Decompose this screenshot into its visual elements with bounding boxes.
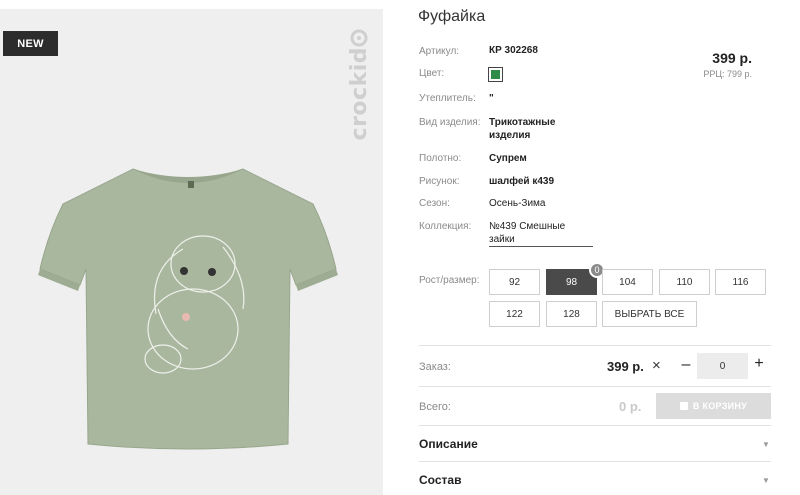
collection-value-line2[interactable]: зайки: [489, 234, 515, 245]
new-badge: NEW: [3, 31, 58, 56]
insulation-value: ": [489, 93, 494, 104]
season-value: Осень-Зима: [489, 198, 546, 209]
logo-circle-icon: [350, 29, 368, 47]
order-price: 399 р.: [607, 359, 644, 374]
product-photo[interactable]: NEW crockid: [0, 9, 383, 495]
color-swatch[interactable]: [488, 67, 503, 82]
accordion-description[interactable]: Описание: [419, 437, 478, 451]
add-to-cart-button[interactable]: В КОРЗИНУ: [656, 393, 771, 419]
order-label: Заказ:: [419, 361, 451, 373]
pattern-value: шалфей к439: [489, 176, 555, 187]
quantity-input[interactable]: [697, 353, 748, 379]
total-price: 0 р.: [619, 399, 642, 414]
select-all-sizes-button[interactable]: ВЫБРАТЬ ВСЕ: [602, 301, 697, 327]
fabric-label: Полотно:: [419, 153, 462, 164]
size-label: Рост/размер:: [419, 275, 480, 286]
brand-logo: crockid: [345, 29, 373, 159]
increase-quantity-button[interactable]: +: [752, 355, 766, 373]
size-option-110[interactable]: 110: [659, 269, 710, 295]
article-value: КР 302268: [489, 45, 538, 56]
size-option-92[interactable]: 92: [489, 269, 540, 295]
insulation-label: Утеплитель:: [419, 93, 476, 104]
divider: [419, 345, 771, 346]
product-title: Фуфайка: [418, 8, 486, 25]
size-option-122[interactable]: 122: [489, 301, 540, 327]
type-value-line1: Трикотажные: [489, 117, 556, 128]
season-label: Сезон:: [419, 198, 450, 209]
total-label: Всего:: [419, 401, 451, 413]
pattern-label: Рисунок:: [419, 176, 460, 187]
size-option-116[interactable]: 116: [715, 269, 766, 295]
decrease-quantity-button[interactable]: –: [680, 356, 692, 374]
chevron-down-icon[interactable]: ▼: [762, 440, 770, 449]
divider: [419, 386, 771, 387]
color-label: Цвет:: [419, 68, 445, 79]
product-price: 399 р.: [712, 50, 752, 66]
accordion-composition[interactable]: Состав: [419, 473, 461, 487]
size-option-128[interactable]: 128: [546, 301, 597, 327]
rrc-price: РРЦ: 799 р.: [703, 69, 752, 79]
article-label: Артикул:: [419, 46, 460, 57]
cart-icon: [679, 402, 688, 410]
tshirt-image: [38, 168, 338, 450]
collection-underline: [489, 246, 593, 247]
type-label: Вид изделия:: [419, 117, 481, 128]
times-icon: ×: [652, 357, 661, 374]
brand-logo-text: crockid: [346, 47, 372, 141]
collection-label: Коллекция:: [419, 221, 472, 232]
fabric-value: Супрем: [489, 153, 527, 164]
add-to-cart-label: В КОРЗИНУ: [692, 401, 748, 411]
color-swatch-fill: [491, 70, 500, 79]
divider: [419, 461, 771, 462]
size-option-104[interactable]: 104: [602, 269, 653, 295]
type-value-line2: изделия: [489, 130, 531, 141]
chevron-down-icon[interactable]: ▼: [762, 476, 770, 485]
collection-value-line1[interactable]: №439 Смешные: [489, 221, 565, 232]
divider: [419, 425, 771, 426]
